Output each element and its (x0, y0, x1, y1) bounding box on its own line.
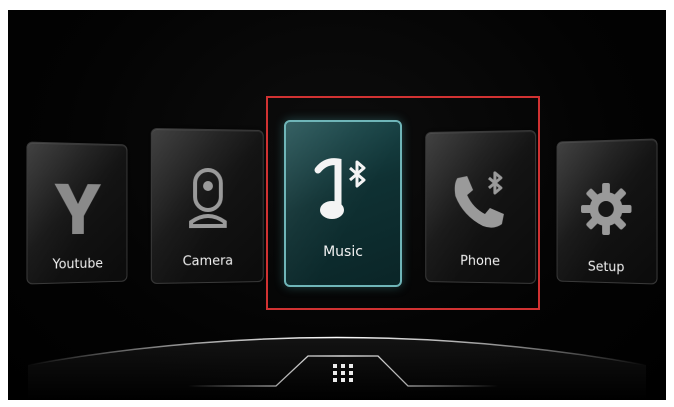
gear-icon (581, 182, 632, 236)
tile-youtube[interactable]: Youtube (26, 141, 128, 285)
tile-camera[interactable]: Camera (150, 127, 264, 285)
car-launcher-screen: Youtube Camera Music Phone Setup (8, 10, 666, 400)
youtube-icon (54, 183, 102, 235)
tile-label-youtube: Youtube (52, 256, 103, 273)
apps-grid-button[interactable] (308, 356, 378, 390)
tile-label-camera: Camera (182, 253, 234, 270)
tile-label-setup: Setup (587, 259, 625, 276)
camera-icon (188, 167, 228, 229)
app-grid-icon (333, 364, 353, 382)
selection-highlight (266, 96, 540, 310)
tile-setup[interactable]: Setup (556, 138, 658, 285)
